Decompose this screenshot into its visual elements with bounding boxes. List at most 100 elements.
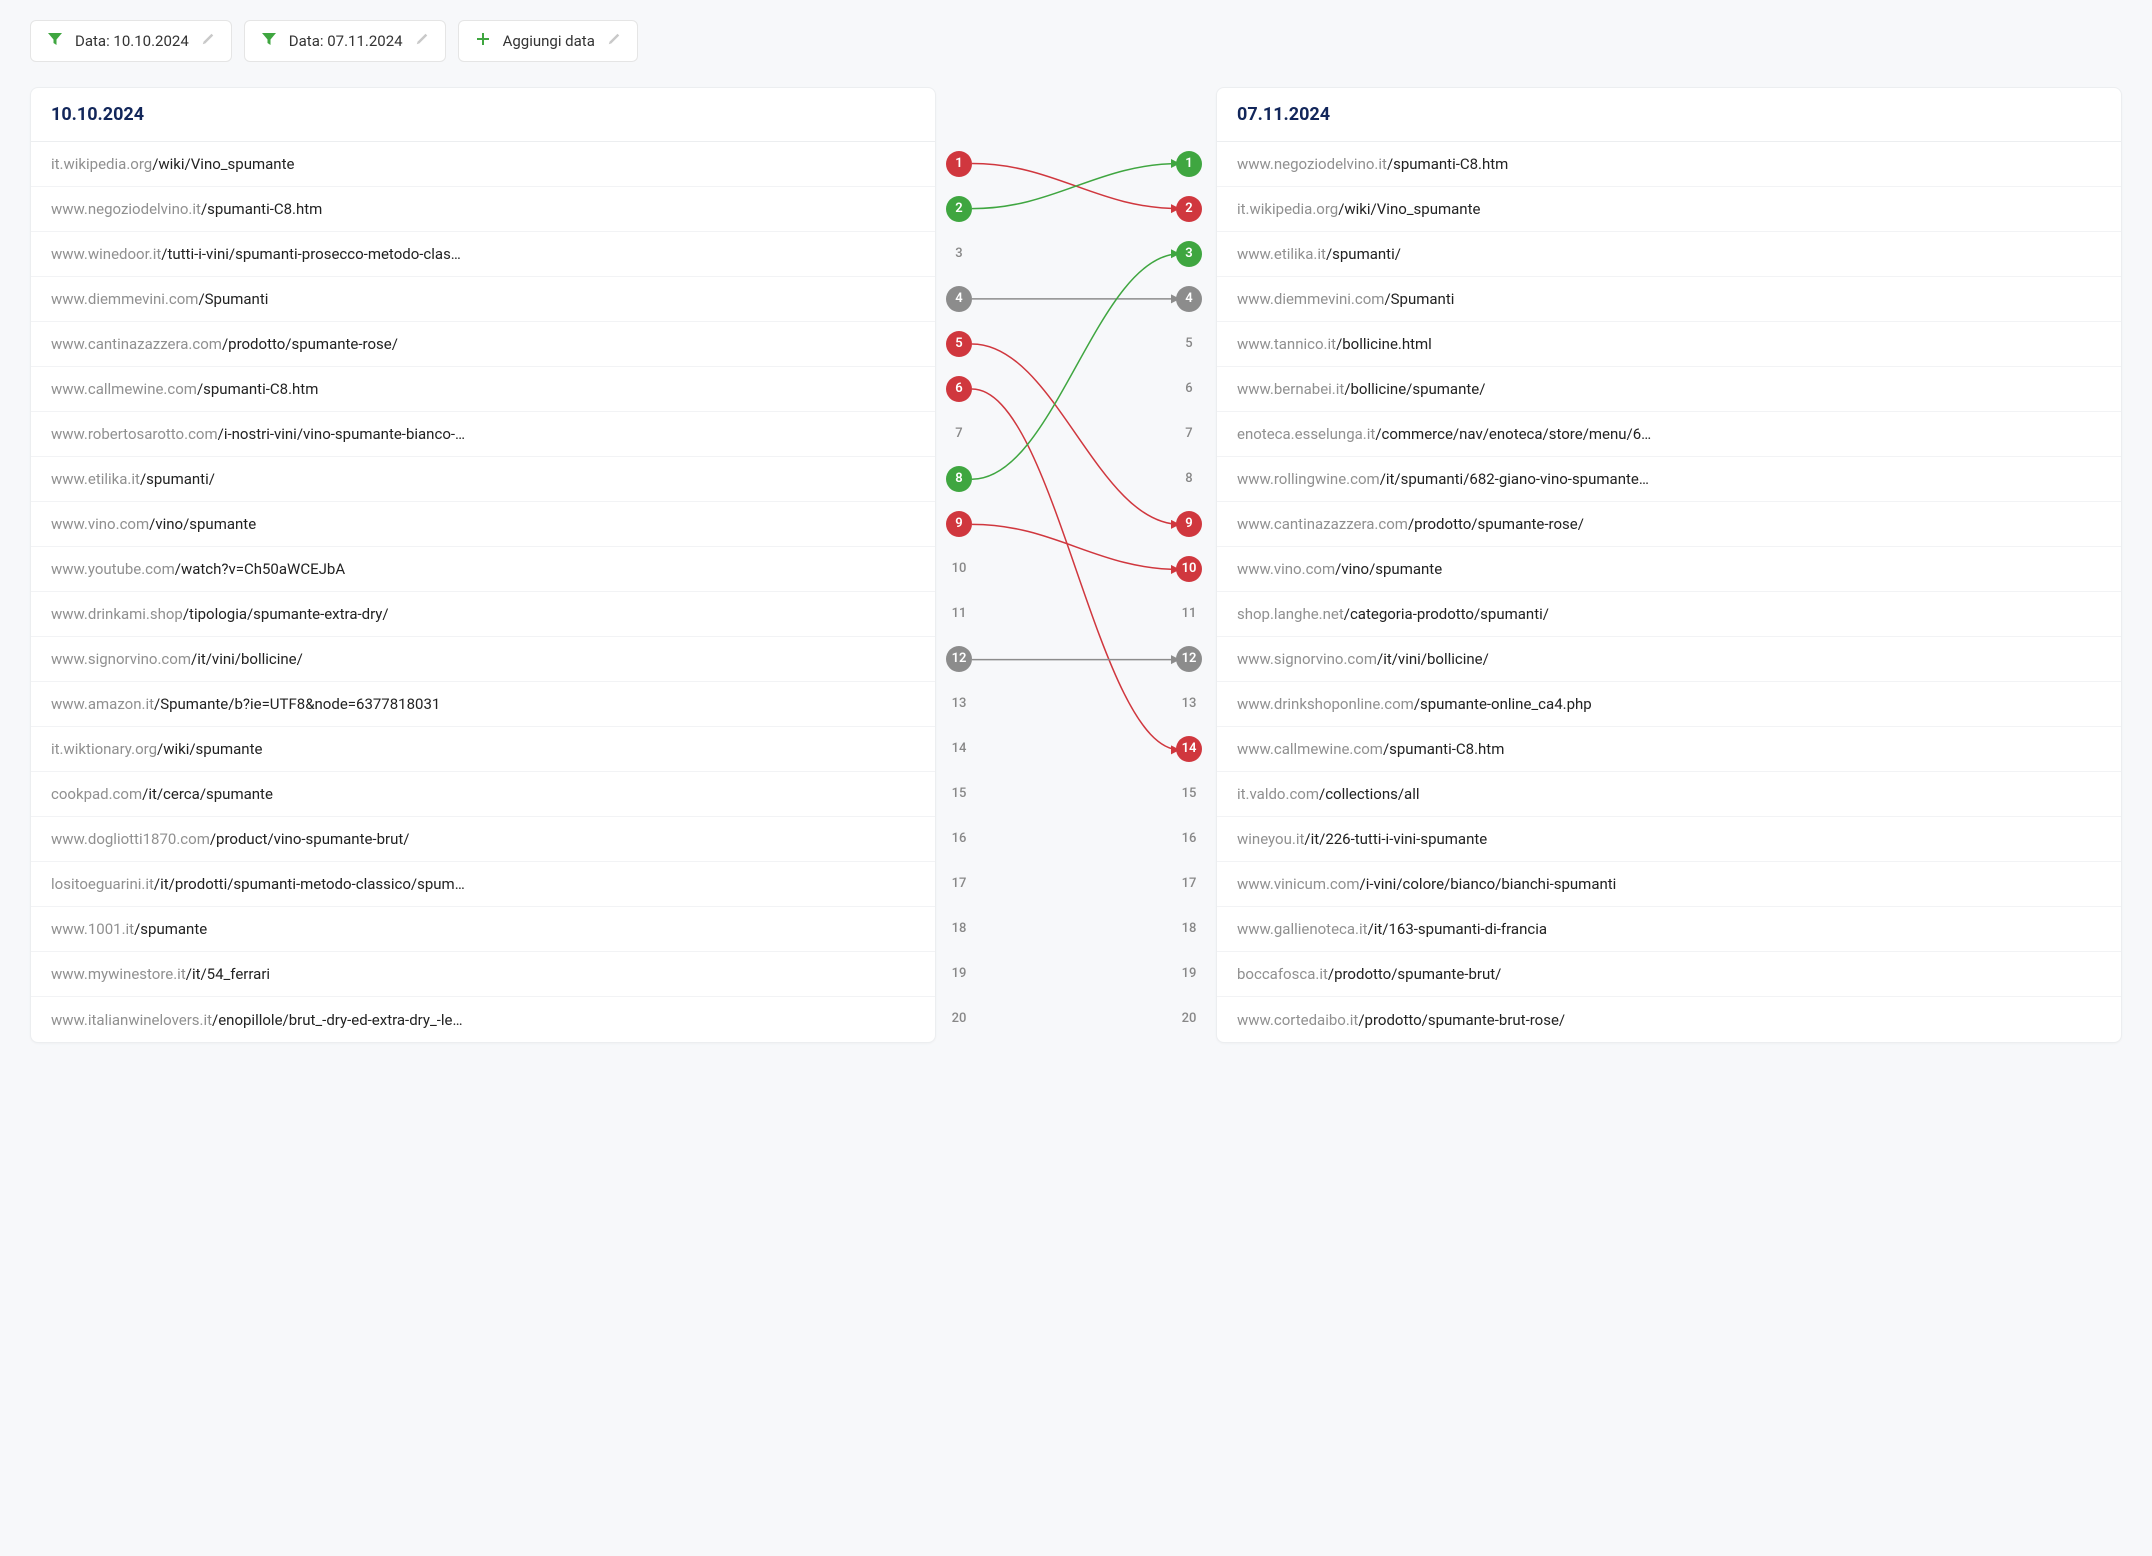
result-path: /enopillole/brut_-dry-ed-extra-dry_-le… [212,1011,462,1029]
right-rank-badge: 9 [1176,511,1202,537]
left-result-row[interactable]: cookpad.com/it/cerca/spumante [31,772,935,817]
left-result-row[interactable]: www.italianwinelovers.it/enopillole/brut… [31,997,935,1042]
right-result-row[interactable]: www.drinkshoponline.com/spumante-online_… [1217,682,2121,727]
result-path: /prodotto/spumante-brut-rose/ [1358,1011,1565,1029]
right-result-row[interactable]: www.diemmevini.com/Spumanti [1217,277,2121,322]
result-domain: www.amazon.it [51,695,154,713]
result-domain: www.vino.com [51,515,149,533]
result-path: /watch?v=Ch50aWCEJbA [175,560,345,578]
left-result-row[interactable]: it.wikipedia.org/wiki/Vino_spumante [31,142,935,187]
result-path: /wiki/Vino_spumante [152,155,294,173]
right-result-row[interactable]: it.valdo.com/collections/all [1217,772,2121,817]
right-result-row[interactable]: www.tannico.it/bollicine.html [1217,322,2121,367]
result-domain: www.callmewine.com [1237,740,1383,758]
pencil-icon[interactable] [607,32,621,50]
right-result-row[interactable]: www.cantinazazzera.com/prodotto/spumante… [1217,502,2121,547]
right-result-row[interactable]: www.bernabei.it/bollicine/spumante/ [1217,367,2121,412]
left-rank-badge: 13 [946,691,972,717]
left-result-row[interactable]: www.dogliotti1870.com/product/vino-spuma… [31,817,935,862]
left-result-row[interactable]: www.robertosarotto.com/i-nostri-vini/vin… [31,412,935,457]
right-rank-badge: 6 [1176,376,1202,402]
add-date-button[interactable]: Aggiungi data [458,20,638,62]
right-rank-badge: 4 [1176,286,1202,312]
left-rank-badge: 15 [946,781,972,807]
result-domain: www.youtube.com [51,560,175,578]
left-result-row[interactable]: www.drinkami.shop/tipologia/spumante-ext… [31,592,935,637]
left-result-row[interactable]: lositoeguarini.it/it/prodotti/spumanti-m… [31,862,935,907]
connector-area: 1234567891011121314151617181920 12345678… [936,87,1216,1043]
result-path: /spumanti/ [140,470,215,488]
right-result-row[interactable]: www.signorvino.com/it/vini/bollicine/ [1217,637,2121,682]
result-path: /it/163-spumanti-di-francia [1368,920,1547,938]
result-domain: www.diemmevini.com [51,290,198,308]
result-path: /categoria-prodotto/spumanti/ [1344,605,1549,623]
right-result-row[interactable]: boccafosca.it/prodotto/spumante-brut/ [1217,952,2121,997]
left-rank-badge: 7 [946,421,972,447]
result-path: /spumanti-C8.htm [197,380,318,398]
right-result-row[interactable]: shop.langhe.net/categoria-prodotto/spuma… [1217,592,2121,637]
pencil-icon[interactable] [201,32,215,50]
funnel-icon [47,31,63,51]
rank-connector [972,389,1180,750]
left-result-row[interactable]: www.callmewine.com/spumanti-C8.htm [31,367,935,412]
right-result-row[interactable]: www.cortedaibo.it/prodotto/spumante-brut… [1217,997,2121,1042]
right-result-row[interactable]: www.vinicum.com/i-vini/colore/bianco/bia… [1217,862,2121,907]
left-result-row[interactable]: www.youtube.com/watch?v=Ch50aWCEJbA [31,547,935,592]
filter-date-1[interactable]: Data: 10.10.2024 [30,20,232,62]
right-result-row[interactable]: www.rollingwine.com/it/spumanti/682-gian… [1217,457,2121,502]
result-path: /it/vini/bollicine/ [1377,650,1489,668]
left-result-row[interactable]: www.mywinestore.it/it/54_ferrari [31,952,935,997]
left-result-row[interactable]: www.1001.it/spumante [31,907,935,952]
right-rank-badge: 13 [1176,691,1202,717]
funnel-icon [261,31,277,51]
left-rank-badge: 1 [946,151,972,177]
right-panel: 07.11.2024 www.negoziodelvino.it/spumant… [1216,87,2122,1043]
result-path: /spumanti-C8.htm [201,200,322,218]
right-result-row[interactable]: www.vino.com/vino/spumante [1217,547,2121,592]
result-path: /Spumanti [198,290,268,308]
pencil-icon[interactable] [415,32,429,50]
left-result-row[interactable]: www.vino.com/vino/spumante [31,502,935,547]
left-result-row[interactable]: www.etilika.it/spumanti/ [31,457,935,502]
result-domain: www.vinicum.com [1237,875,1360,893]
right-result-row[interactable]: enoteca.esselunga.it/commerce/nav/enotec… [1217,412,2121,457]
result-domain: www.tannico.it [1237,335,1336,353]
left-result-row[interactable]: www.signorvino.com/it/vini/bollicine/ [31,637,935,682]
plus-icon [475,31,491,51]
left-rank-badge: 20 [946,1006,972,1032]
right-result-row[interactable]: www.callmewine.com/spumanti-C8.htm [1217,727,2121,772]
right-rank-badge: 3 [1176,241,1202,267]
left-result-row[interactable]: www.negoziodelvino.it/spumanti-C8.htm [31,187,935,232]
right-result-row[interactable]: it.wikipedia.org/wiki/Vino_spumante [1217,187,2121,232]
left-rank-badge: 17 [946,871,972,897]
right-rank-badge: 2 [1176,196,1202,222]
left-result-row[interactable]: www.diemmevini.com/Spumanti [31,277,935,322]
left-rank-badge: 16 [946,826,972,852]
result-path: /it/226-tutti-i-vini-spumante [1304,830,1487,848]
right-result-row[interactable]: www.etilika.it/spumanti/ [1217,232,2121,277]
right-rank-badge: 10 [1176,556,1202,582]
filter-date-2[interactable]: Data: 07.11.2024 [244,20,446,62]
comparison-container: 10.10.2024 it.wikipedia.org/wiki/Vino_sp… [30,87,2122,1043]
result-path: /prodotto/spumante-rose/ [1408,515,1584,533]
right-result-row[interactable]: wineyou.it/it/226-tutti-i-vini-spumante [1217,817,2121,862]
left-result-row[interactable]: it.wiktionary.org/wiki/spumante [31,727,935,772]
rank-connector [972,254,1180,480]
result-domain: www.drinkami.shop [51,605,183,623]
result-path: /it/vini/bollicine/ [191,650,303,668]
result-path: /it/54_ferrari [186,965,270,983]
result-domain: www.1001.it [51,920,134,938]
result-domain: boccafosca.it [1237,965,1328,983]
left-result-row[interactable]: www.winedoor.it/tutti-i-vini/spumanti-pr… [31,232,935,277]
right-rank-badge: 18 [1176,916,1202,942]
result-domain: www.bernabei.it [1237,380,1344,398]
left-result-row[interactable]: www.cantinazazzera.com/prodotto/spumante… [31,322,935,367]
result-path: /spumante-online_ca4.php [1414,695,1592,713]
result-path: /wiki/Vino_spumante [1338,200,1480,218]
filter-date-2-label: Data: 07.11.2024 [289,32,403,50]
result-domain: www.vino.com [1237,560,1335,578]
right-result-row[interactable]: www.negoziodelvino.it/spumanti-C8.htm [1217,142,2121,187]
left-result-row[interactable]: www.amazon.it/Spumante/b?ie=UTF8&node=63… [31,682,935,727]
right-result-row[interactable]: www.gallienoteca.it/it/163-spumanti-di-f… [1217,907,2121,952]
result-path: /wiki/spumante [157,740,262,758]
